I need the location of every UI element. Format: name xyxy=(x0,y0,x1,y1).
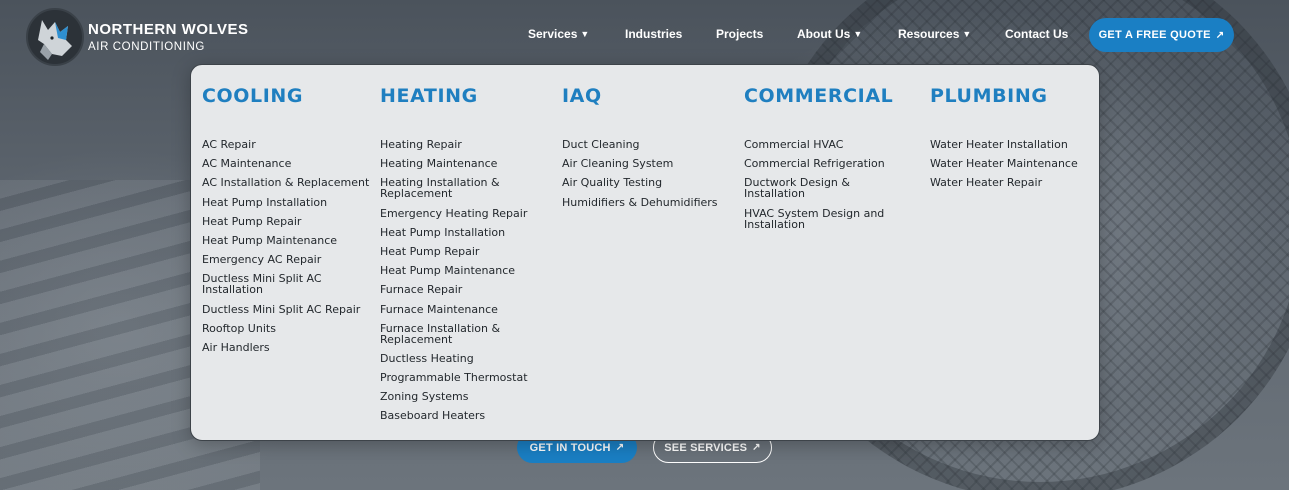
nav-industries-label: Industries xyxy=(625,27,683,41)
menu-link[interactable]: Duct Cleaning xyxy=(562,139,732,150)
column-links: Commercial HVAC Commercial Refrigeration D… xyxy=(744,139,914,230)
column-links: AC Repair AC Maintenance AC Installation &… xyxy=(202,139,372,353)
menu-link[interactable]: AC Maintenance xyxy=(202,158,372,169)
nav-about-us[interactable]: About Us ▼ xyxy=(797,27,862,41)
nav-resources-label: Resources xyxy=(898,27,960,41)
menu-link[interactable]: Furnace Installation & Replacement xyxy=(380,323,540,345)
menu-link[interactable]: Heating Repair xyxy=(380,139,540,150)
column-heading[interactable]: IAQ xyxy=(562,85,732,109)
menu-link[interactable]: Ductwork Design & Installation xyxy=(744,177,914,199)
quote-button-label: GET A FREE QUOTE xyxy=(1098,29,1211,41)
menu-link[interactable]: AC Repair xyxy=(202,139,372,150)
caret-down-icon: ▼ xyxy=(580,29,590,39)
menu-link[interactable]: Humidifiers & Dehumidifiers xyxy=(562,197,732,208)
menu-link[interactable]: HVAC System Design and Installation xyxy=(744,208,914,230)
arrow-up-right-icon: ↗ xyxy=(752,442,761,453)
nav-contact-us[interactable]: Contact Us xyxy=(1005,27,1068,41)
get-in-touch-label: GET IN TOUCH xyxy=(529,441,611,454)
get-free-quote-button[interactable]: GET A FREE QUOTE ↗ xyxy=(1089,18,1234,52)
column-heading[interactable]: HEATING xyxy=(380,85,540,109)
caret-down-icon: ▼ xyxy=(962,29,972,39)
menu-link[interactable]: Commercial Refrigeration xyxy=(744,158,914,169)
nav-about-label: About Us xyxy=(797,27,851,41)
menu-link[interactable]: Zoning Systems xyxy=(380,391,540,402)
see-services-label: SEE SERVICES xyxy=(664,441,748,454)
nav-contact-label: Contact Us xyxy=(1005,27,1069,41)
nav-projects[interactable]: Projects xyxy=(716,27,763,41)
menu-link[interactable]: Heat Pump Repair xyxy=(380,246,540,257)
menu-link[interactable]: Furnace Maintenance xyxy=(380,304,540,315)
menu-link[interactable]: Water Heater Installation xyxy=(930,139,1090,150)
menu-column-heating: HEATING Heating Repair Heating Maintenanc… xyxy=(380,85,540,430)
menu-link[interactable]: Air Handlers xyxy=(202,342,372,353)
site-header: NORTHERN WOLVES AIR CONDITIONING Service… xyxy=(0,0,1289,70)
column-links: Water Heater Installation Water Heater Ma… xyxy=(930,139,1090,188)
menu-link[interactable]: Emergency Heating Repair xyxy=(380,208,540,219)
nav-resources[interactable]: Resources ▼ xyxy=(898,27,971,41)
menu-link[interactable]: AC Installation & Replacement xyxy=(202,177,372,188)
menu-link[interactable]: Heat Pump Repair xyxy=(202,216,372,227)
column-heading[interactable]: COMMERCIAL xyxy=(744,85,914,109)
column-links: Duct Cleaning Air Cleaning System Air Qual… xyxy=(562,139,732,208)
menu-link[interactable]: Heat Pump Installation xyxy=(380,227,540,238)
menu-column-plumbing: PLUMBING Water Heater Installation Water … xyxy=(930,85,1090,197)
menu-link[interactable]: Heat Pump Maintenance xyxy=(202,235,372,246)
menu-link[interactable]: Air Quality Testing xyxy=(562,177,732,188)
column-heading[interactable]: PLUMBING xyxy=(930,85,1090,109)
menu-column-iaq: IAQ Duct Cleaning Air Cleaning System Air … xyxy=(562,85,732,216)
menu-link[interactable]: Heat Pump Maintenance xyxy=(380,265,540,276)
menu-link[interactable]: Programmable Thermostat xyxy=(380,372,540,383)
services-mega-menu: COOLING AC Repair AC Maintenance AC Instal… xyxy=(190,64,1100,441)
menu-link[interactable]: Ductless Mini Split AC Installation xyxy=(202,273,372,295)
nav-projects-label: Projects xyxy=(716,27,764,41)
nav-services-label: Services xyxy=(528,27,578,41)
menu-link[interactable]: Water Heater Repair xyxy=(930,177,1090,188)
nav-industries[interactable]: Industries xyxy=(625,27,682,41)
arrow-up-right-icon: ↗ xyxy=(615,442,625,453)
menu-link[interactable]: Ductless Mini Split AC Repair xyxy=(202,304,372,315)
menu-link[interactable]: Air Cleaning System xyxy=(562,158,732,169)
menu-link[interactable]: Rooftop Units xyxy=(202,323,372,334)
arrow-up-right-icon: ↗ xyxy=(1215,29,1225,41)
menu-link[interactable]: Heating Maintenance xyxy=(380,158,540,169)
menu-link[interactable]: Baseboard Heaters xyxy=(380,410,540,421)
menu-link[interactable]: Commercial HVAC xyxy=(744,139,914,150)
menu-link[interactable]: Heating Installation & Replacement xyxy=(380,177,540,199)
column-links: Heating Repair Heating Maintenance Heating… xyxy=(380,139,540,421)
menu-link[interactable]: Water Heater Maintenance xyxy=(930,158,1090,169)
menu-link[interactable]: Furnace Repair xyxy=(380,284,540,295)
menu-link[interactable]: Ductless Heating xyxy=(380,353,540,364)
menu-column-cooling: COOLING AC Repair AC Maintenance AC Instal… xyxy=(202,85,372,361)
menu-link[interactable]: Heat Pump Installation xyxy=(202,197,372,208)
caret-down-icon: ▼ xyxy=(853,29,863,39)
column-heading[interactable]: COOLING xyxy=(202,85,372,109)
menu-column-commercial: COMMERCIAL Commercial HVAC Commercial Ref… xyxy=(744,85,914,238)
nav-services[interactable]: Services ▼ xyxy=(528,27,589,41)
menu-link[interactable]: Emergency AC Repair xyxy=(202,254,372,265)
